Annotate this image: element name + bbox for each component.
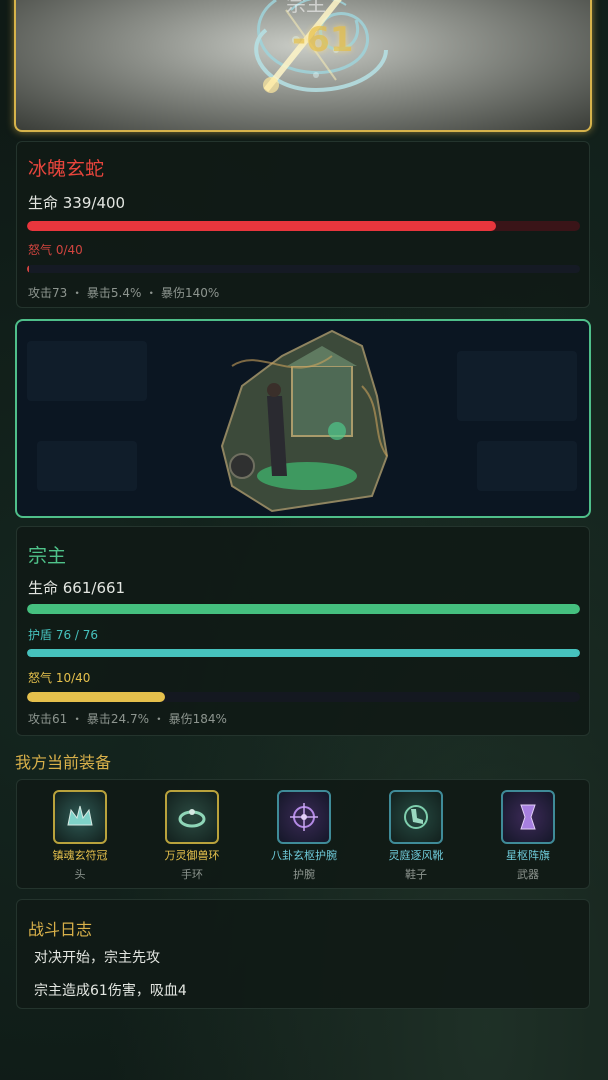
player-name: 宗主 bbox=[28, 545, 67, 567]
equipment-panel: 镇魂玄符冠 头 万灵御兽环 手环 八卦玄枢护腕 护腕 灵庭逐风靴 鞋子 星枢阵旗… bbox=[16, 779, 590, 889]
player-rage-label: 怒气 10/40 bbox=[28, 671, 91, 685]
battle-log-line: 宗主造成61伤害，吸血4 bbox=[34, 983, 187, 999]
enemy-scene: 宗主 -61 bbox=[14, 0, 592, 132]
player-rage-bar bbox=[27, 692, 580, 702]
equipment-slot-label: 鞋子 bbox=[405, 868, 427, 881]
equipment-slot-head[interactable]: 镇魂玄符冠 头 bbox=[30, 780, 130, 882]
boots-icon bbox=[389, 790, 443, 844]
player-hp-fill bbox=[27, 604, 580, 614]
enemy-rage-label: 怒气 0/40 bbox=[28, 243, 83, 257]
equipment-slot-wrist[interactable]: 八卦玄枢护腕 护腕 bbox=[254, 780, 354, 882]
enemy-hp-bar bbox=[27, 221, 580, 231]
equipment-slot-label: 护腕 bbox=[293, 868, 315, 881]
enemy-scene-label: 宗主 bbox=[286, 0, 326, 16]
player-scene bbox=[15, 319, 591, 518]
battle-log-panel: 战斗日志 对决开始，宗主先攻 宗主造成61伤害，吸血4 bbox=[16, 899, 590, 1009]
equipment-name: 八卦玄枢护腕 bbox=[271, 849, 337, 862]
player-hp-text: 生命 661/661 bbox=[28, 579, 126, 597]
equipment-slot-weapon[interactable]: 星枢阵旗 武器 bbox=[478, 780, 578, 882]
enemy-rage-fill bbox=[27, 265, 29, 273]
crown-icon bbox=[53, 790, 107, 844]
bagua-wrist-icon bbox=[277, 790, 331, 844]
equipment-slot-label: 手环 bbox=[181, 868, 203, 881]
player-shield-label: 护盾 76 / 76 bbox=[28, 628, 99, 642]
enemy-name: 冰魄玄蛇 bbox=[28, 158, 105, 180]
player-status-panel: 宗主 生命 661/661 护盾 76 / 76 怒气 10/40 攻击61 ・… bbox=[16, 526, 590, 736]
equipment-name: 星枢阵旗 bbox=[506, 849, 550, 862]
player-rage-fill bbox=[27, 692, 166, 702]
enemy-rage-bar bbox=[27, 265, 580, 273]
equipment-name: 镇魂玄符冠 bbox=[52, 849, 108, 862]
player-shield-fill bbox=[27, 649, 580, 657]
player-substats: 攻击61 ・ 暴击24.7% ・ 暴伤184% bbox=[28, 712, 227, 726]
battle-log-title: 战斗日志 bbox=[28, 920, 93, 939]
sect-master-illustration bbox=[27, 329, 577, 513]
enemy-status-panel: 冰魄玄蛇 生命 339/400 怒气 0/40 攻击73 ・ 暴击5.4% ・ … bbox=[16, 141, 590, 308]
equipment-slot-bracelet[interactable]: 万灵御兽环 手环 bbox=[142, 780, 242, 882]
equipment-name: 万灵御兽环 bbox=[164, 849, 220, 862]
equipment-title: 我方当前装备 bbox=[15, 753, 112, 772]
enemy-substats: 攻击73 ・ 暴击5.4% ・ 暴伤140% bbox=[28, 286, 220, 300]
damage-number: -61 bbox=[292, 20, 354, 60]
equipment-slot-label: 武器 bbox=[517, 868, 539, 881]
bracelet-icon bbox=[165, 790, 219, 844]
equipment-slot-boots[interactable]: 灵庭逐风靴 鞋子 bbox=[366, 780, 466, 882]
enemy-hp-fill bbox=[27, 221, 496, 231]
battle-log-line: 对决开始，宗主先攻 bbox=[34, 950, 160, 966]
equipment-name: 灵庭逐风靴 bbox=[388, 849, 444, 862]
player-shield-bar bbox=[27, 649, 580, 657]
enemy-hp-text: 生命 339/400 bbox=[28, 194, 126, 212]
player-hp-bar bbox=[27, 604, 580, 614]
equipment-slot-label: 头 bbox=[74, 868, 86, 881]
banner-icon bbox=[501, 790, 555, 844]
